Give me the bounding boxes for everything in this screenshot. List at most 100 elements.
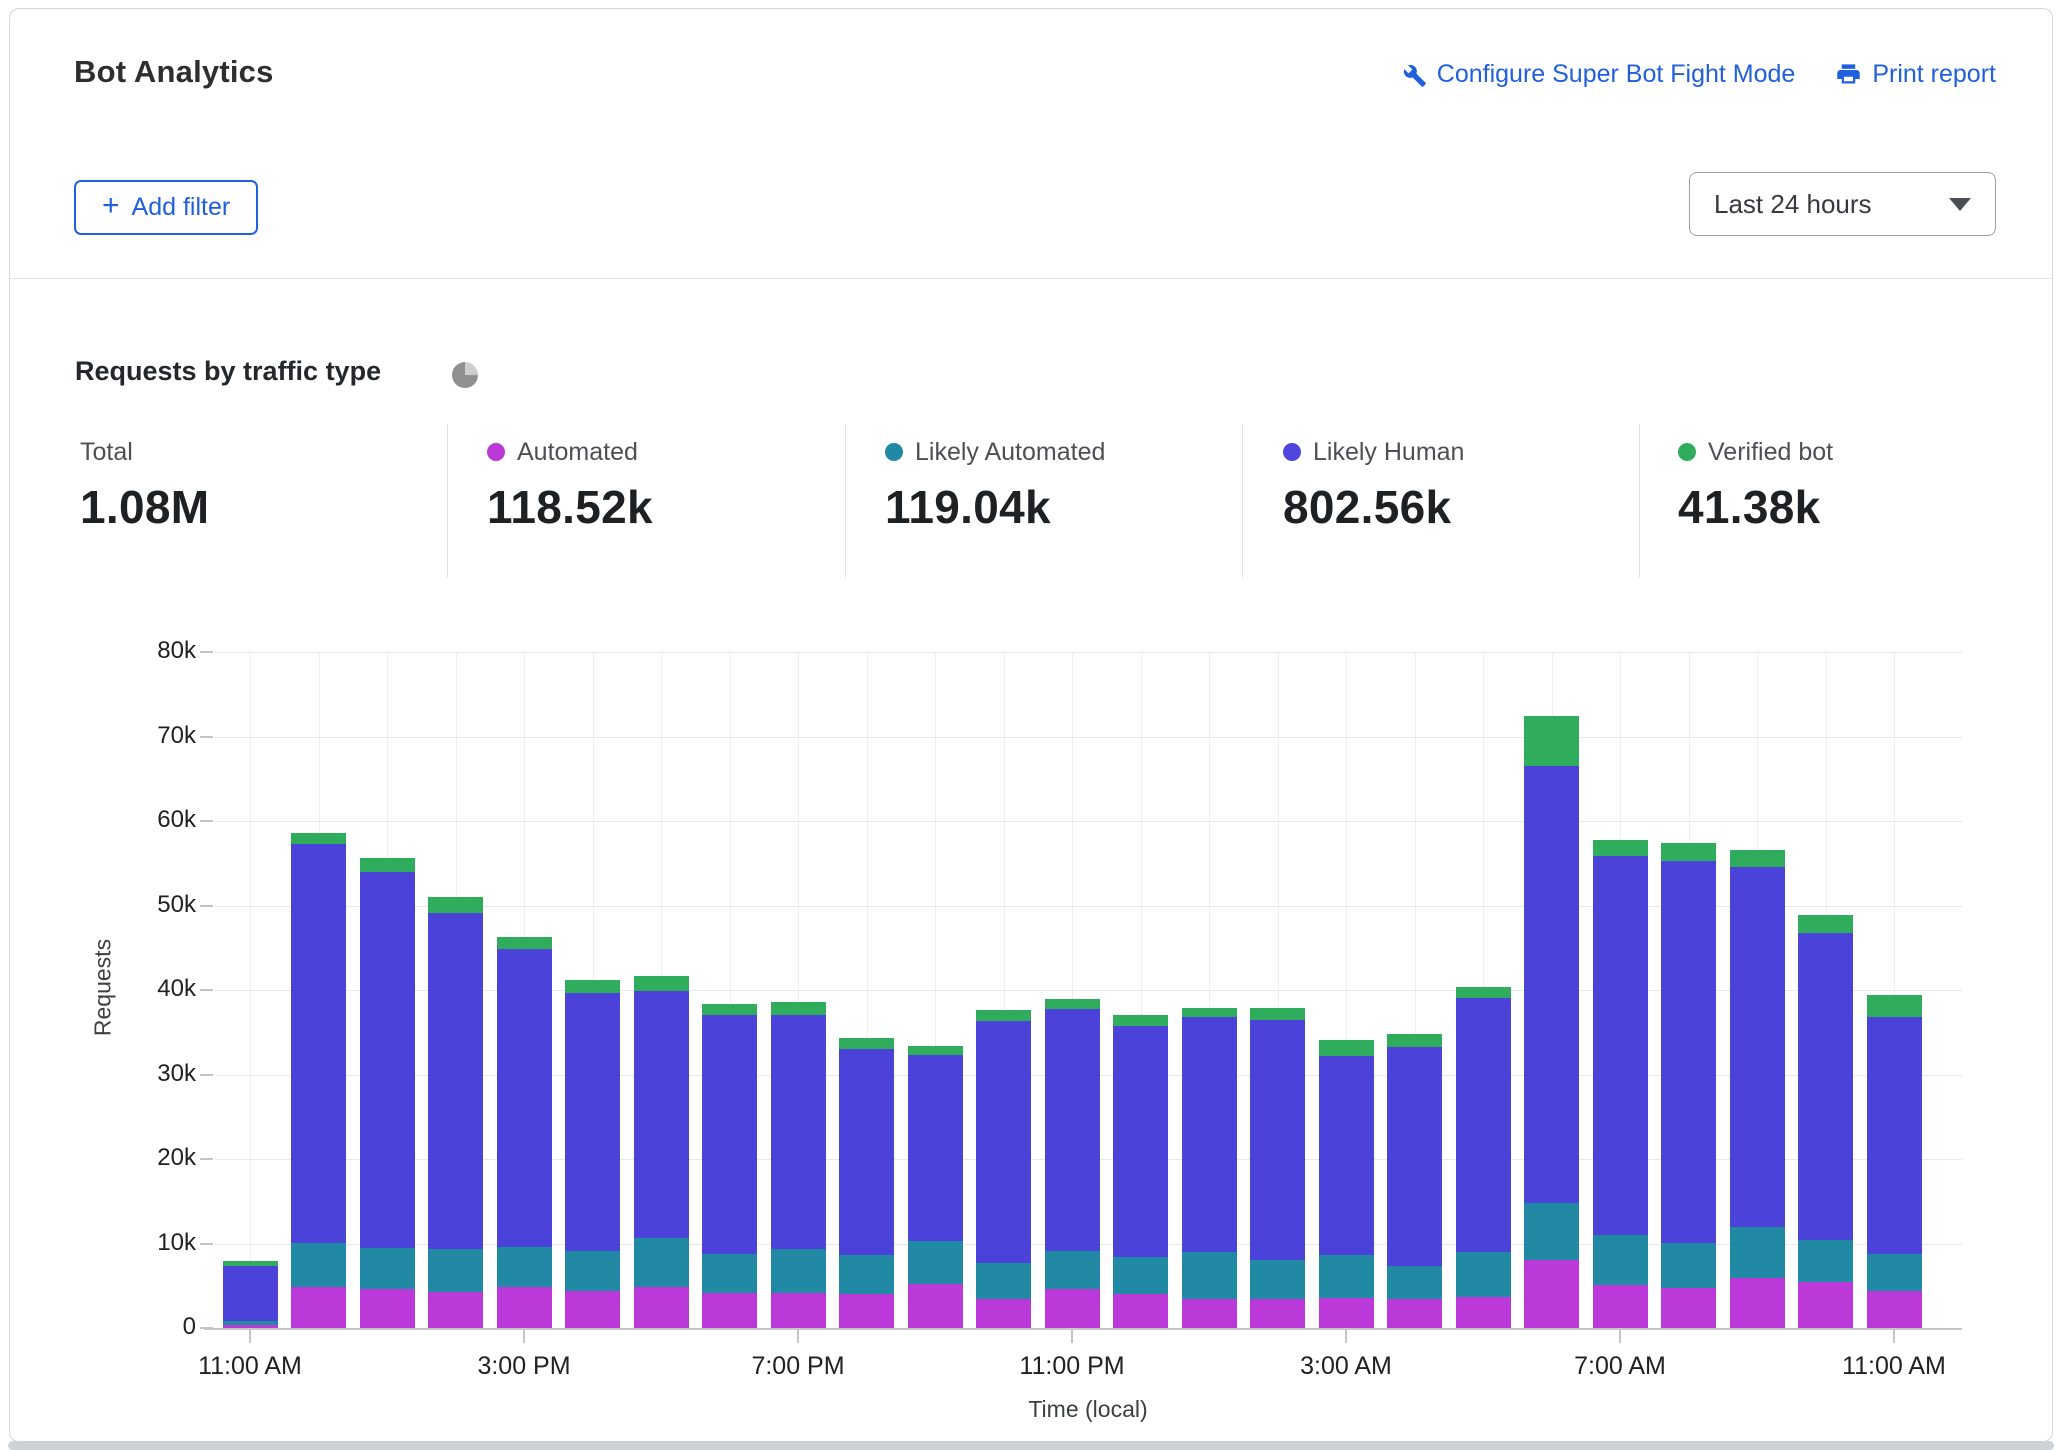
bar-segment-likely-automated[interactable] <box>1730 1227 1785 1278</box>
bar-2-00-pm[interactable] <box>428 897 483 1328</box>
bar-segment-likely-human[interactable] <box>1387 1047 1442 1267</box>
bar-segment-likely-automated[interactable] <box>771 1249 826 1292</box>
stat-verified-bot[interactable]: Verified bot41.38k <box>1678 436 1833 534</box>
bar-segment-likely-automated[interactable] <box>1250 1260 1305 1300</box>
bar-segment-verified-bot[interactable] <box>908 1046 963 1055</box>
bar-segment-likely-automated[interactable] <box>565 1251 620 1291</box>
bar-segment-automated[interactable] <box>223 1325 278 1328</box>
bar-4-00-pm[interactable] <box>565 980 620 1328</box>
bar-6-00-pm[interactable] <box>702 1004 757 1328</box>
time-range-dropdown[interactable]: Last 24 hours <box>1689 172 1996 236</box>
bar-12-00-am[interactable] <box>1113 1015 1168 1328</box>
bar-11-00-am[interactable] <box>1867 995 1922 1328</box>
bar-segment-verified-bot[interactable] <box>839 1038 894 1049</box>
bar-segment-automated[interactable] <box>908 1284 963 1328</box>
bar-segment-likely-human[interactable] <box>1250 1020 1305 1260</box>
bar-segment-verified-bot[interactable] <box>976 1010 1031 1021</box>
bar-segment-likely-human[interactable] <box>1045 1009 1100 1252</box>
bar-segment-automated[interactable] <box>497 1287 552 1328</box>
bar-segment-automated[interactable] <box>1045 1289 1100 1328</box>
bar-segment-likely-automated[interactable] <box>1798 1240 1853 1282</box>
bar-segment-likely-human[interactable] <box>1319 1056 1374 1255</box>
bar-segment-verified-bot[interactable] <box>1319 1040 1374 1056</box>
bar-segment-likely-human[interactable] <box>1456 998 1511 1252</box>
bar-segment-verified-bot[interactable] <box>1113 1015 1168 1025</box>
bar-segment-likely-automated[interactable] <box>497 1247 552 1288</box>
bar-segment-likely-human[interactable] <box>1113 1026 1168 1258</box>
bar-segment-verified-bot[interactable] <box>1730 850 1785 867</box>
bar-segment-automated[interactable] <box>1593 1285 1648 1328</box>
bar-12-00-pm[interactable] <box>291 833 346 1328</box>
bar-segment-likely-automated[interactable] <box>291 1243 346 1287</box>
stat-likely-human[interactable]: Likely Human802.56k <box>1283 436 1464 534</box>
bar-segment-verified-bot[interactable] <box>771 1002 826 1015</box>
bar-segment-likely-human[interactable] <box>1730 867 1785 1228</box>
horizontal-scrollbar[interactable] <box>8 1441 2054 1450</box>
bar-segment-automated[interactable] <box>771 1293 826 1329</box>
bar-segment-automated[interactable] <box>1456 1297 1511 1328</box>
bar-segment-likely-human[interactable] <box>1593 856 1648 1235</box>
bar-segment-likely-automated[interactable] <box>908 1241 963 1284</box>
bar-segment-likely-automated[interactable] <box>360 1248 415 1289</box>
bar-7-00-am[interactable] <box>1593 840 1648 1328</box>
bar-segment-automated[interactable] <box>976 1299 1031 1328</box>
bar-segment-automated[interactable] <box>565 1291 620 1328</box>
bar-segment-verified-bot[interactable] <box>1867 995 1922 1017</box>
bar-8-00-am[interactable] <box>1661 843 1716 1328</box>
bar-11-00-pm[interactable] <box>1045 999 1100 1328</box>
print-report-link[interactable]: Print report <box>1835 60 1996 89</box>
bar-segment-likely-human[interactable] <box>360 872 415 1248</box>
bar-segment-likely-human[interactable] <box>908 1055 963 1241</box>
bar-segment-automated[interactable] <box>1524 1260 1579 1328</box>
bar-segment-likely-automated[interactable] <box>1867 1254 1922 1291</box>
bar-segment-likely-automated[interactable] <box>1456 1252 1511 1297</box>
bar-segment-verified-bot[interactable] <box>1387 1034 1442 1047</box>
bar-segment-likely-human[interactable] <box>702 1015 757 1253</box>
bar-2-00-am[interactable] <box>1250 1008 1305 1328</box>
bar-segment-automated[interactable] <box>1798 1282 1853 1328</box>
bar-5-00-am[interactable] <box>1456 987 1511 1328</box>
bar-segment-likely-human[interactable] <box>1524 766 1579 1203</box>
bar-segment-automated[interactable] <box>839 1294 894 1328</box>
bar-6-00-am[interactable] <box>1524 716 1579 1328</box>
bar-segment-likely-human[interactable] <box>1798 933 1853 1241</box>
bar-segment-verified-bot[interactable] <box>1045 999 1100 1009</box>
bar-segment-likely-human[interactable] <box>223 1266 278 1321</box>
bar-segment-verified-bot[interactable] <box>1798 915 1853 933</box>
bar-segment-likely-human[interactable] <box>428 913 483 1249</box>
bar-segment-verified-bot[interactable] <box>291 833 346 844</box>
bar-segment-automated[interactable] <box>634 1287 689 1328</box>
bar-segment-likely-human[interactable] <box>976 1021 1031 1264</box>
bar-segment-verified-bot[interactable] <box>1456 987 1511 998</box>
bar-segment-likely-automated[interactable] <box>1045 1251 1100 1289</box>
stat-likely-automated[interactable]: Likely Automated119.04k <box>885 436 1105 534</box>
bar-segment-likely-human[interactable] <box>497 949 552 1247</box>
bar-segment-verified-bot[interactable] <box>1182 1008 1237 1017</box>
bar-3-00-pm[interactable] <box>497 937 552 1328</box>
bar-segment-likely-automated[interactable] <box>839 1255 894 1295</box>
bar-segment-verified-bot[interactable] <box>497 937 552 949</box>
bar-segment-likely-automated[interactable] <box>1387 1266 1442 1299</box>
bar-segment-verified-bot[interactable] <box>1250 1008 1305 1020</box>
bar-segment-likely-human[interactable] <box>1661 861 1716 1243</box>
bar-segment-automated[interactable] <box>1250 1299 1305 1328</box>
bar-segment-automated[interactable] <box>1867 1291 1922 1328</box>
bar-segment-likely-automated[interactable] <box>1524 1203 1579 1261</box>
bar-segment-likely-human[interactable] <box>839 1049 894 1254</box>
bar-segment-likely-automated[interactable] <box>1182 1252 1237 1299</box>
bar-10-00-am[interactable] <box>1798 915 1853 1328</box>
bar-segment-likely-automated[interactable] <box>634 1238 689 1287</box>
bar-segment-likely-automated[interactable] <box>1593 1235 1648 1285</box>
bar-segment-likely-automated[interactable] <box>1319 1255 1374 1299</box>
bar-segment-likely-automated[interactable] <box>976 1263 1031 1299</box>
add-filter-button[interactable]: + Add filter <box>74 180 258 235</box>
bar-segment-automated[interactable] <box>1661 1288 1716 1328</box>
bar-segment-verified-bot[interactable] <box>1593 840 1648 856</box>
bar-segment-likely-automated[interactable] <box>428 1249 483 1291</box>
stat-automated[interactable]: Automated118.52k <box>487 436 653 534</box>
bar-4-00-am[interactable] <box>1387 1034 1442 1328</box>
bar-segment-automated[interactable] <box>360 1289 415 1328</box>
bar-segment-verified-bot[interactable] <box>360 858 415 872</box>
bar-5-00-pm[interactable] <box>634 976 689 1328</box>
bar-11-00-am[interactable] <box>223 1261 278 1328</box>
